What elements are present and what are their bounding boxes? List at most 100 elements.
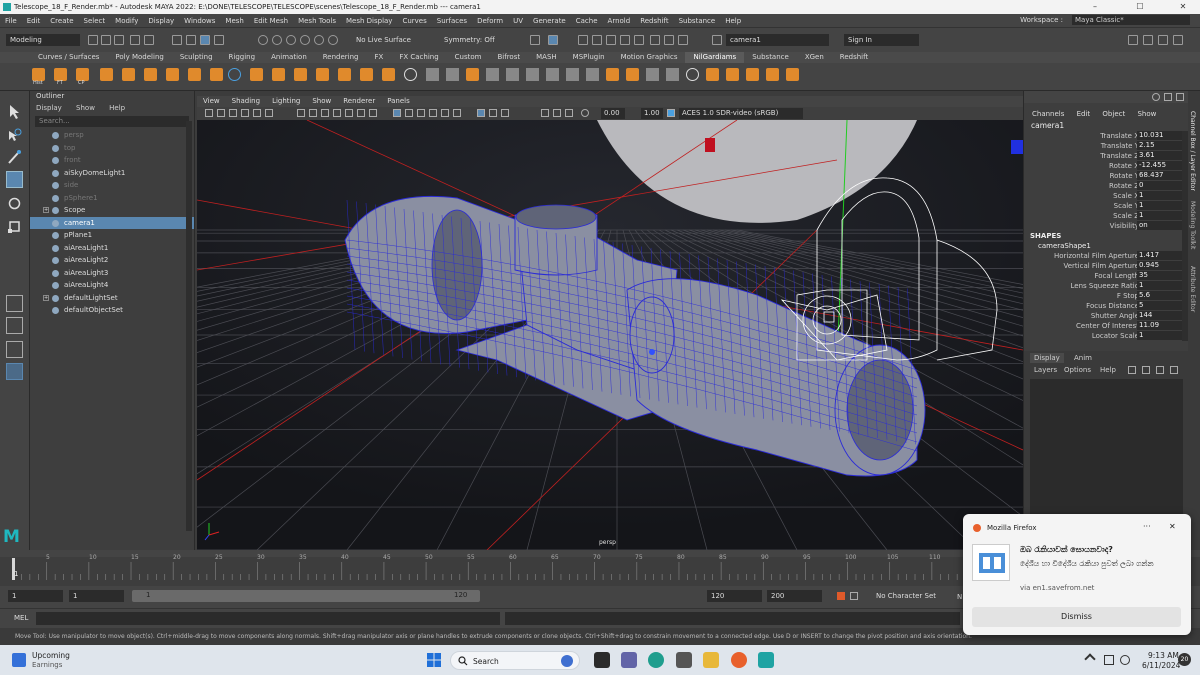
cylinder-shelf-icon[interactable] [144,68,157,81]
shadows-icon[interactable] [453,109,461,117]
attr-row[interactable]: Scale X1 [1024,191,1189,201]
notification-close-button[interactable]: ✕ [1169,522,1176,531]
minimize-button[interactable]: – [1080,0,1110,14]
viewport-menu-view[interactable]: View [197,96,226,107]
tray-chevron-icon[interactable] [1084,653,1096,665]
gate-mask-icon[interactable] [333,109,341,117]
outliner-item-selected[interactable]: camera1 [30,216,194,229]
safe-action-icon[interactable] [357,109,365,117]
shelf-tab[interactable]: Substance [744,52,797,63]
side-tab-attribute-editor[interactable]: Attribute Editor [1189,266,1196,312]
attr-row[interactable]: Visibility on [1024,221,1189,231]
perspective-viewport[interactable]: persp [197,120,1023,550]
cb-menu-edit[interactable]: Edit [1072,110,1096,118]
task-view-icon[interactable] [594,652,610,668]
outliner-item[interactable]: + Scope [30,204,194,217]
tool-shelf-icon[interactable] [294,68,307,81]
outliner-item[interactable]: + defaultLightSet [30,292,194,305]
shelf-tab[interactable]: Rendering [315,52,367,63]
menu-generate[interactable]: Generate [528,17,571,25]
tool-shelf-icon[interactable] [188,68,201,81]
circle-shelf-icon[interactable] [228,68,241,81]
wireframe-icon[interactable] [393,109,401,117]
menu-curves[interactable]: Curves [397,17,431,25]
outliner-search-input[interactable]: Search... [35,116,189,127]
menu-modify[interactable]: Modify [110,17,143,25]
attr-row[interactable]: Focal Length 35 [1024,271,1189,281]
menu-select[interactable]: Select [79,17,111,25]
firefox-notification[interactable]: Mozilla Firefox ··· ✕ ඔබ රැකියාවක් සොයනව… [963,514,1191,635]
tool-shelf-icon[interactable] [646,68,659,81]
side-tab-modeling-toolkit[interactable]: Modeling Toolkit [1189,201,1196,249]
layer-menu-layers[interactable]: Layers [1034,365,1057,375]
network-icon[interactable] [1104,655,1114,665]
menu-arnold[interactable]: Arnold [603,17,636,25]
float-icon[interactable] [1176,93,1184,101]
area-light-marker[interactable] [1011,140,1023,154]
outliner-item[interactable]: aiAreaLight2 [30,254,194,267]
textured-icon[interactable] [429,109,437,117]
menu-deform[interactable]: Deform [472,17,508,25]
attribute-editor-icon[interactable] [1143,35,1153,45]
single-view-layout-icon[interactable] [6,295,23,312]
open-scene-icon[interactable] [101,35,111,45]
redo-icon[interactable] [144,35,154,45]
menu-cache[interactable]: Cache [571,17,603,25]
two-view-layout-icon[interactable] [6,341,23,358]
shelf-tab[interactable]: Bifrost [490,52,529,63]
tool-shelf-icon[interactable] [466,68,479,81]
mel-input[interactable] [36,612,500,625]
arnold-ipr-icon[interactable] [664,35,674,45]
select-by-type-icon[interactable] [214,35,224,45]
arnold-render-icon[interactable] [650,35,660,45]
new-layer-icon[interactable] [1128,366,1136,374]
tool-shelf-icon[interactable] [506,68,519,81]
outliner-item[interactable]: aiAreaLight3 [30,267,194,280]
viewport-menu-panels[interactable]: Panels [381,96,416,107]
viewport-menu-lighting[interactable]: Lighting [266,96,306,107]
menu-surfaces[interactable]: Surfaces [432,17,472,25]
key-settings-icon[interactable] [850,592,858,600]
attr-value[interactable]: 5.6 [1137,291,1185,300]
shelf-tab[interactable]: Custom [447,52,490,63]
expand-icon[interactable]: + [43,294,49,301]
menu-mesh-display[interactable]: Mesh Display [341,17,397,25]
move-layer-up-icon[interactable] [1156,366,1164,374]
save-scene-icon[interactable] [114,35,124,45]
redshift-rv-icon[interactable] [678,35,688,45]
attr-value[interactable]: 144 [1137,311,1185,320]
tool-shelf-icon[interactable] [210,68,223,81]
viewport-menu-show[interactable]: Show [306,96,337,107]
auto-key-icon[interactable] [837,592,845,600]
image-plane-icon[interactable] [241,109,249,117]
scale-tool-icon[interactable] [6,218,23,235]
scene-canvas[interactable]: persp [197,120,1023,550]
outliner-scrollbar[interactable] [186,121,192,531]
snap-pivot-icon[interactable] [328,35,338,45]
attr-value[interactable]: 1 [1137,211,1185,220]
range-bar[interactable]: 1 120 [132,590,480,602]
shelf-tab[interactable]: Redshift [832,52,876,63]
render-current-icon[interactable] [592,35,602,45]
tool-shelf-icon[interactable] [706,68,719,81]
menu-set-dropdown[interactable]: Modeling [6,34,80,46]
attr-value[interactable]: 1 [1137,281,1185,290]
attr-row[interactable]: Rotate X -12.455 [1024,161,1189,171]
shelf-tab[interactable]: Animation [263,52,315,63]
attr-value[interactable]: 35 [1137,271,1185,280]
ambient-occlusion-icon[interactable] [541,109,549,117]
clock-time[interactable]: 9:13 AM [1148,651,1179,660]
attr-row[interactable]: Shutter Angle 144 [1024,311,1189,321]
attr-value[interactable]: 1 [1137,331,1185,340]
clock-date[interactable]: 6/11/2024 [1142,661,1180,670]
notification-more-button[interactable]: ··· [1143,522,1151,531]
menu-substance[interactable]: Substance [674,17,721,25]
attr-row[interactable]: Translate X 10.031 [1024,131,1189,141]
snap-grid-icon[interactable] [258,35,268,45]
tool-shelf-icon[interactable] [606,68,619,81]
tool-shelf-icon[interactable] [746,68,759,81]
gamma-field[interactable]: 1.00 [641,108,663,119]
snap-point-icon[interactable] [286,35,296,45]
input-line-icon[interactable] [712,35,722,45]
select-object-icon[interactable] [186,35,196,45]
